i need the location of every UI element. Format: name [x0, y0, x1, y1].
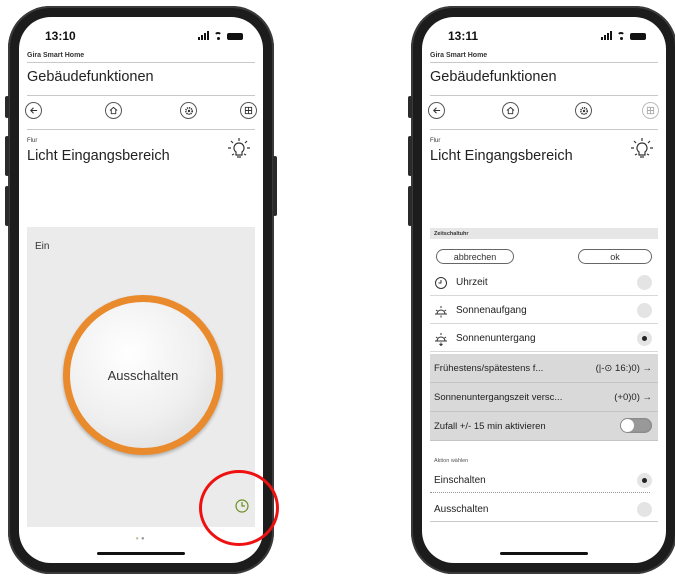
divider: [430, 62, 658, 63]
home-icon: [109, 106, 118, 115]
device-title: Licht Eingangsbereich: [27, 148, 170, 164]
status-time: 13:11: [448, 29, 479, 43]
status-icons: [198, 30, 243, 40]
setting-label: Sonnenuntergangszeit versc...: [434, 392, 563, 403]
action-label: Einschalten: [434, 475, 486, 486]
nav-bar: [19, 102, 263, 122]
mute-switch: [408, 96, 412, 118]
settings-button[interactable]: [180, 102, 197, 119]
grid-button[interactable]: [240, 102, 257, 119]
page-indicator: ●●: [135, 536, 147, 542]
sunset-offset-row[interactable]: Sonnenuntergangszeit versc... (+0)0) →: [430, 383, 658, 412]
option-label: Sonnenaufgang: [456, 305, 527, 316]
setting-value: (|-⊙ 16:)0) →: [595, 363, 652, 374]
timer-section-label: Zeitschaltuhr: [434, 231, 469, 237]
radio-einschalten[interactable]: [637, 473, 652, 488]
sunset-icon: [435, 333, 447, 346]
wifi-icon: [616, 32, 626, 40]
radio-uhrzeit[interactable]: [637, 275, 652, 290]
state-label: Ein: [35, 241, 50, 252]
switch-panel: Ein Ausschalten: [27, 227, 255, 527]
grid-icon: [244, 106, 253, 115]
power-button: [273, 156, 277, 216]
page-title: Gebäudefunktionen: [430, 69, 557, 85]
option-row-sonnenuntergang[interactable]: Sonnenuntergang: [430, 327, 658, 352]
brand-label: Gira Smart Home: [430, 52, 488, 59]
home-button[interactable]: [502, 102, 519, 119]
bulb-icon: [228, 138, 250, 158]
cancel-button[interactable]: abbrechen: [436, 249, 514, 264]
switch-off-button[interactable]: Ausschalten: [70, 302, 216, 448]
random-row: Zufall +/- 15 min aktivieren: [430, 412, 658, 441]
room-label: Flur: [430, 138, 441, 144]
gear-icon: [579, 106, 588, 115]
status-bar: 13:11: [422, 17, 666, 49]
battery-icon: [630, 33, 646, 40]
divider: [27, 95, 255, 96]
divider: [27, 129, 255, 130]
earliest-latest-row[interactable]: Frühestens/spätestens f... (|-⊙ 16:)0) →: [430, 354, 658, 383]
home-indicator[interactable]: [500, 552, 588, 555]
option-row-uhrzeit[interactable]: Uhrzeit: [430, 271, 658, 296]
bulb-icon: [631, 138, 653, 158]
divider: [430, 95, 658, 96]
divider: [430, 492, 650, 493]
grid-button[interactable]: [642, 102, 659, 119]
timer-clock-icon[interactable]: [235, 499, 249, 513]
back-button[interactable]: [428, 102, 445, 119]
device-title: Licht Eingangsbereich: [430, 148, 573, 164]
sunrise-icon: [435, 306, 447, 318]
volume-up-button: [408, 136, 412, 176]
wifi-icon: [213, 32, 223, 40]
phone-right: 13:11 Gira Smart Home Gebäudefunktionen: [408, 6, 675, 574]
screen-right: 13:11 Gira Smart Home Gebäudefunktionen: [422, 17, 666, 563]
radio-ausschalten[interactable]: [637, 502, 652, 517]
option-label: Uhrzeit: [456, 277, 488, 288]
action-label: Ausschalten: [434, 504, 489, 515]
nav-bar: [422, 102, 666, 122]
volume-up-button: [5, 136, 9, 176]
ok-button[interactable]: ok: [578, 249, 652, 264]
home-icon: [506, 106, 515, 115]
mute-switch: [5, 96, 9, 118]
screen-left: 13:10 Gira Smart Home Gebäudefunktionen: [19, 17, 263, 563]
divider: [430, 129, 658, 130]
phone-left: 13:10 Gira Smart Home Gebäudefunktionen: [5, 6, 277, 574]
switch-ring: Ausschalten: [63, 295, 223, 455]
back-button[interactable]: [25, 102, 42, 119]
gear-icon: [184, 106, 193, 115]
home-indicator[interactable]: [97, 552, 185, 555]
radio-sonnenuntergang[interactable]: [637, 331, 652, 346]
page-title: Gebäudefunktionen: [27, 69, 154, 85]
option-label: Sonnenuntergang: [456, 333, 536, 344]
status-bar: 13:10: [19, 17, 263, 49]
home-button[interactable]: [105, 102, 122, 119]
back-arrow-icon: [433, 107, 441, 114]
action-section-label: Aktion wählen: [434, 458, 469, 464]
divider: [430, 521, 658, 522]
status-icons: [601, 30, 646, 40]
radio-sonnenaufgang[interactable]: [637, 303, 652, 318]
grid-icon: [646, 106, 655, 115]
divider: [27, 62, 255, 63]
clock-icon: [435, 277, 447, 289]
status-time: 13:10: [45, 29, 76, 43]
settings-button[interactable]: [575, 102, 592, 119]
action-row-ausschalten[interactable]: Ausschalten: [430, 495, 658, 523]
setting-label: Frühestens/spätestens f...: [434, 363, 544, 374]
action-row-einschalten[interactable]: Einschalten: [430, 466, 658, 494]
option-row-sonnenaufgang[interactable]: Sonnenaufgang: [430, 299, 658, 324]
volume-down-button: [5, 186, 9, 226]
random-label: Zufall +/- 15 min aktivieren: [434, 421, 546, 432]
signal-icon: [601, 31, 612, 40]
room-label: Flur: [27, 138, 38, 144]
brand-label: Gira Smart Home: [27, 52, 85, 59]
random-toggle[interactable]: [620, 418, 652, 433]
setting-value: (+0)0) →: [614, 392, 652, 403]
back-arrow-icon: [30, 107, 38, 114]
signal-icon: [198, 31, 209, 40]
battery-icon: [227, 33, 243, 40]
volume-down-button: [408, 186, 412, 226]
